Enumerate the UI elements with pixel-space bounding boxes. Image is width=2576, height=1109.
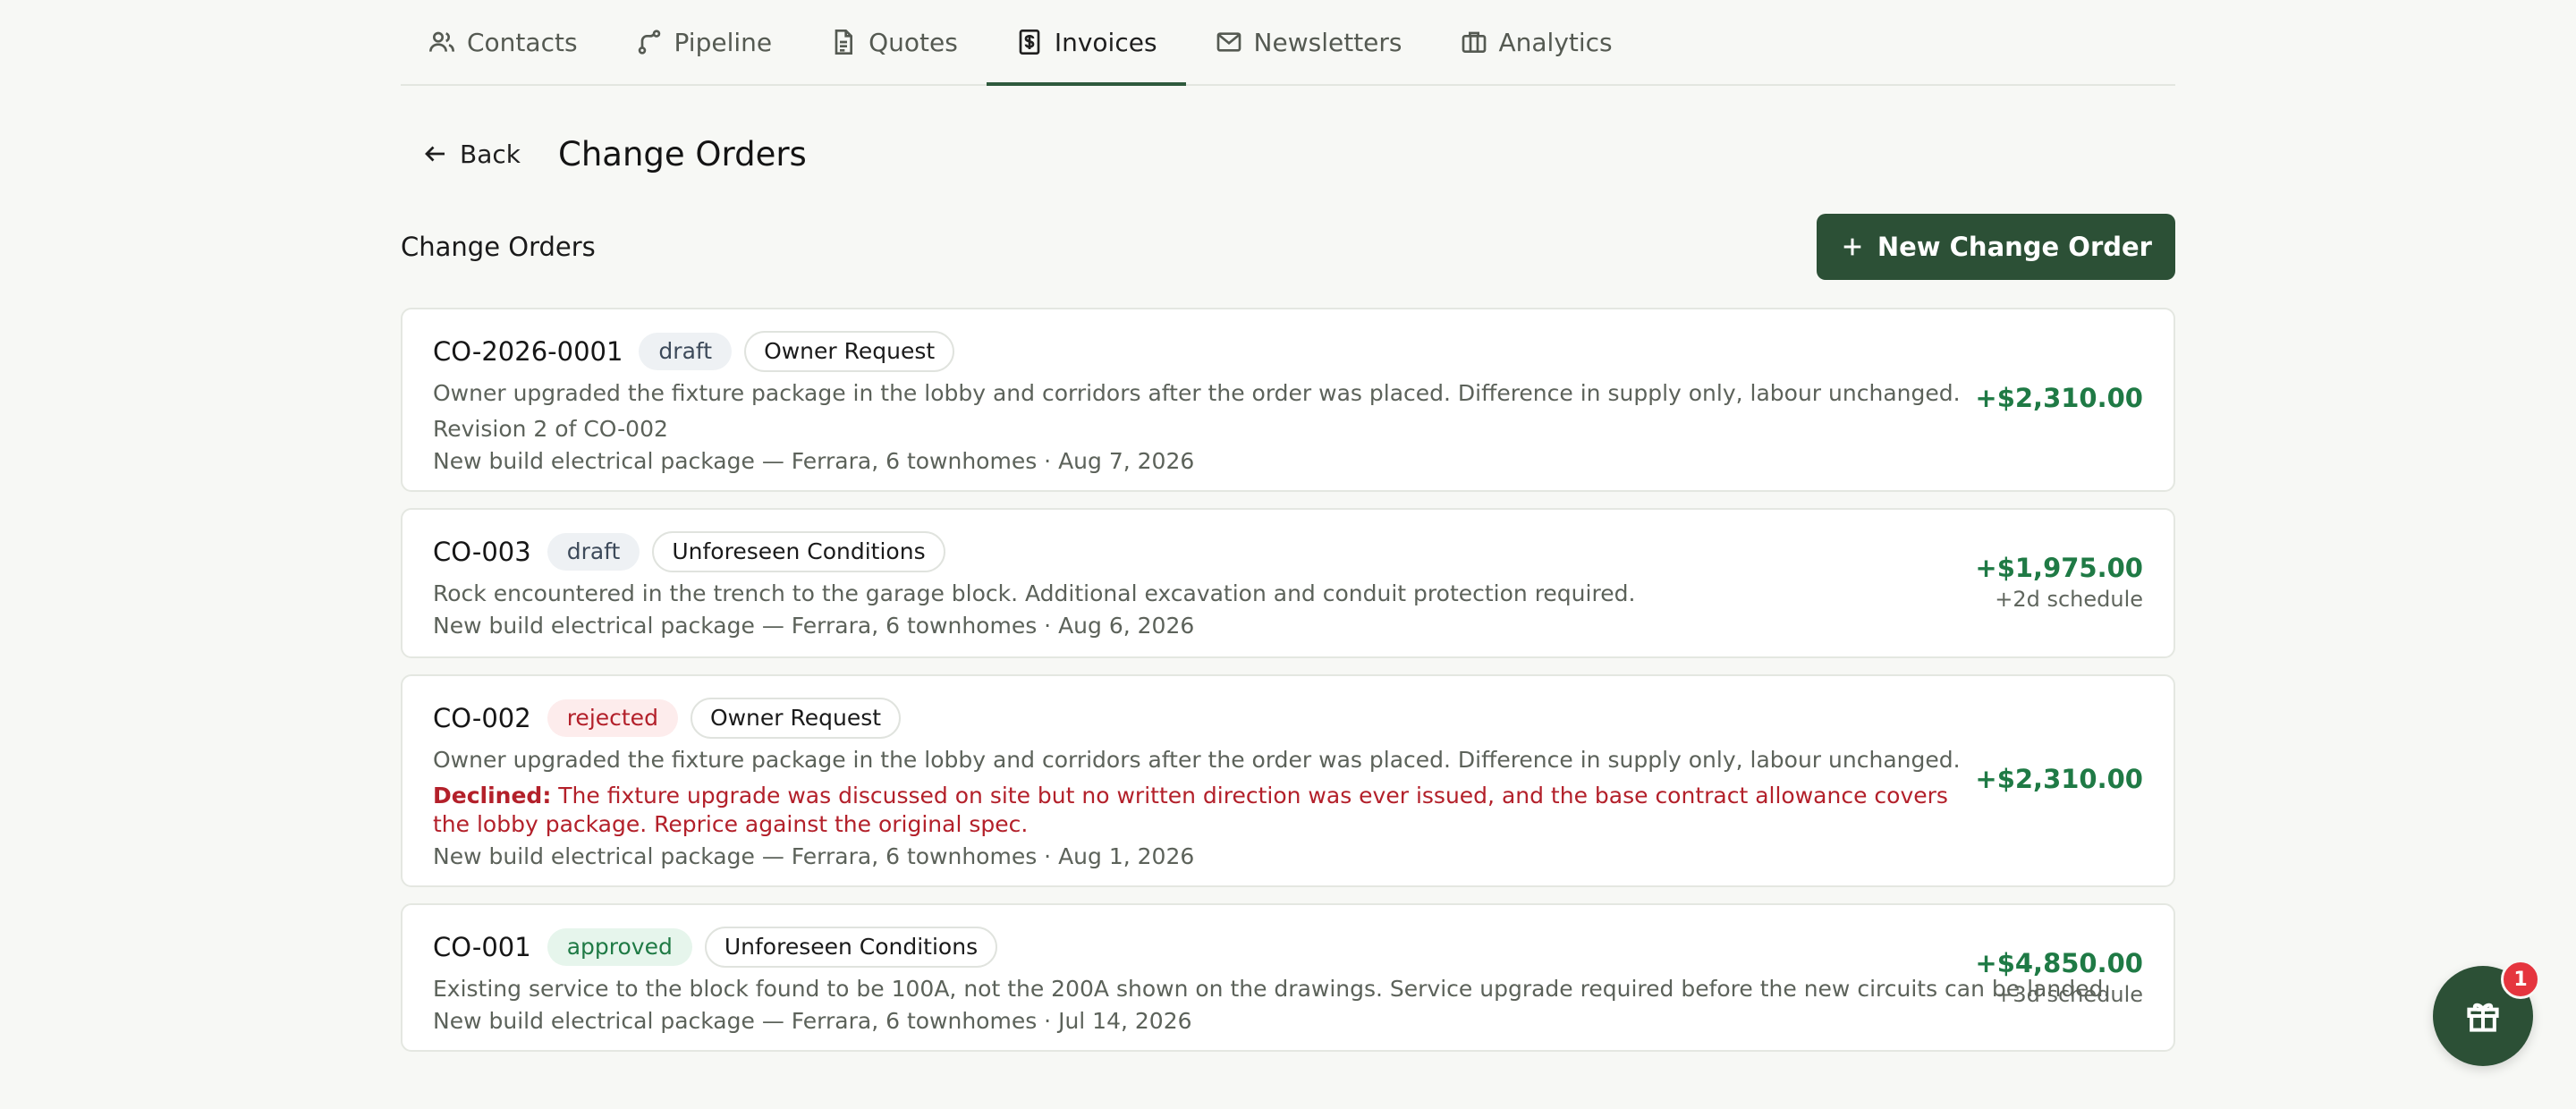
change-order-id: CO-2026-0001 [433, 336, 623, 367]
main-tabs: Contacts Pipeline Quotes Invoices Newsle… [401, 0, 2175, 86]
new-button-label: New Change Order [1877, 232, 2152, 262]
section-header: Change Orders New Change Order [401, 213, 2175, 281]
tab-analytics[interactable]: Analytics [1431, 0, 1641, 84]
back-button[interactable]: Back [401, 132, 542, 176]
category-tag: Unforeseen Conditions [704, 927, 998, 968]
back-label: Back [460, 139, 521, 169]
plus-icon [1843, 238, 1861, 256]
schedule-impact: +3d schedule [1995, 982, 2143, 1007]
tab-newsletters[interactable]: Newsletters [1186, 0, 1431, 84]
users-icon [429, 31, 454, 52]
gift-icon [2467, 1003, 2499, 1032]
change-order-amount: +$4,850.00 [1975, 948, 2143, 978]
schedule-impact: +2d schedule [1995, 587, 2143, 612]
change-order-id: CO-002 [433, 703, 531, 733]
change-order-description: Owner upgraded the fixture package in th… [433, 747, 1961, 773]
change-order-meta: New build electrical package — Ferrara, … [433, 613, 1195, 639]
change-order-meta: New build electrical package — Ferrara, … [433, 843, 1195, 869]
page-container: Contacts Pipeline Quotes Invoices Newsle… [401, 0, 2175, 1052]
pipeline-icon [638, 30, 660, 55]
change-order-description: Owner upgraded the fixture package in th… [433, 380, 1961, 406]
section-title: Change Orders [401, 232, 596, 262]
status-badge: draft [639, 333, 733, 370]
revision-note: Revision 2 of CO-002 [433, 416, 668, 442]
change-order-description: Rock encountered in the trench to the ga… [433, 580, 1636, 606]
page-title: Change Orders [557, 134, 807, 174]
declined-label: Declined: [433, 783, 552, 808]
status-badge: approved [547, 928, 692, 966]
card-header: CO-001 approved Unforeseen Conditions [433, 927, 2143, 968]
amount-block: +$2,310.00 [1975, 383, 2143, 413]
category-tag: Unforeseen Conditions [652, 531, 945, 572]
tab-quotes[interactable]: Quotes [801, 0, 987, 84]
change-order-meta: New build electrical package — Ferrara, … [433, 1008, 1192, 1034]
tab-label: Pipeline [674, 27, 773, 57]
card-header: CO-003 draft Unforeseen Conditions [433, 531, 2143, 572]
amount-block: +$1,975.00 +2d schedule [1975, 553, 2143, 612]
change-order-amount: +$1,975.00 [1975, 553, 2143, 583]
notification-badge: 1 [2501, 960, 2540, 999]
category-tag: Owner Request [744, 331, 955, 372]
declined-text: The fixture upgrade was discussed on sit… [433, 783, 1948, 837]
tab-label: Contacts [467, 27, 578, 57]
change-order-meta: New build electrical package — Ferrara, … [433, 448, 1195, 474]
arrow-left-icon [425, 146, 445, 162]
change-order-id: CO-001 [433, 932, 531, 962]
tab-label: Newsletters [1253, 27, 1402, 57]
change-order-id: CO-003 [433, 537, 531, 567]
tab-label: Invoices [1054, 27, 1157, 57]
dollar-receipt-icon [1019, 30, 1040, 55]
amount-block: +$4,850.00 +3d schedule [1975, 948, 2143, 1007]
amount-block: +$2,310.00 [1975, 764, 2143, 794]
change-order-card[interactable]: CO-002 rejected Owner Request Owner upgr… [401, 674, 2175, 887]
category-tag: Owner Request [690, 698, 902, 739]
mail-icon [1216, 32, 1241, 52]
tab-label: Quotes [869, 27, 958, 57]
change-order-description: Existing service to the block found to b… [433, 976, 2111, 1002]
document-icon [835, 30, 853, 55]
tab-pipeline[interactable]: Pipeline [606, 0, 801, 84]
card-header: CO-2026-0001 draft Owner Request [433, 331, 2143, 372]
change-order-card[interactable]: CO-001 approved Unforeseen Conditions Ex… [401, 903, 2175, 1052]
change-order-amount: +$2,310.00 [1975, 764, 2143, 794]
status-badge: draft [547, 533, 640, 571]
change-order-amount: +$2,310.00 [1975, 383, 2143, 413]
change-order-card[interactable]: CO-2026-0001 draft Owner Request Owner u… [401, 308, 2175, 492]
status-badge: rejected [547, 699, 678, 737]
change-order-card[interactable]: CO-003 draft Unforeseen Conditions Rock … [401, 508, 2175, 658]
tab-contacts[interactable]: Contacts [401, 0, 606, 84]
tab-invoices[interactable]: Invoices [986, 0, 1186, 86]
declined-reason: Declined: The fixture upgrade was discus… [433, 782, 1989, 839]
tab-label: Analytics [1498, 27, 1613, 57]
page-header: Back Change Orders [401, 125, 807, 182]
new-change-order-button[interactable]: New Change Order [1816, 214, 2175, 280]
card-header: CO-002 rejected Owner Request [433, 698, 2143, 739]
briefcase-icon [1462, 31, 1486, 53]
